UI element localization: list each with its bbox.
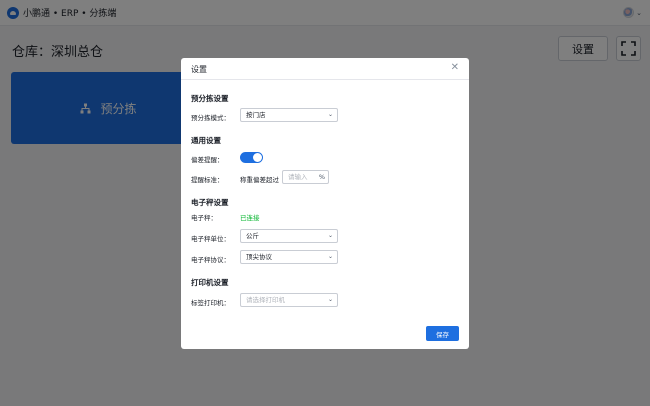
caret-down-icon: ⌄: [327, 111, 333, 118]
printer-settings-title: 打印机设置: [191, 278, 229, 287]
save-button[interactable]: 保存: [426, 326, 459, 341]
scale-label: 电子秤：: [191, 214, 217, 222]
dialog-header: 设置 ✕: [181, 58, 469, 80]
toggle-knob: [253, 153, 262, 162]
scale-protocol-select[interactable]: 顶尖协议 ⌄: [240, 250, 338, 264]
presort-mode-value: 按门店: [246, 111, 266, 119]
label-printer-label: 标签打印机：: [191, 299, 230, 307]
scale-protocol-label: 电子秤协议：: [191, 256, 230, 264]
label-printer-select[interactable]: 请选择打印机 ⌄: [240, 293, 338, 307]
presort-mode-label: 预分拣模式：: [191, 114, 230, 122]
alert-standard-text: 称重偏差超过: [240, 176, 279, 184]
caret-down-icon: ⌄: [327, 232, 333, 239]
scale-unit-value: 公斤: [246, 232, 259, 240]
scale-status: 已连接: [240, 214, 260, 222]
dialog-title: 设置: [191, 65, 207, 74]
percent-unit: %: [318, 173, 325, 181]
alert-standard-label: 提醒标准：: [191, 176, 224, 184]
deviation-alert-toggle[interactable]: [240, 152, 263, 163]
deviation-percent-placeholder: 请输入: [288, 173, 308, 181]
scale-settings-title: 电子秤设置: [191, 198, 229, 207]
settings-dialog: 设置 ✕ 预分拣设置 预分拣模式： 按门店 ⌄ 通用设置 偏差提醒： 提醒标准：…: [181, 58, 469, 349]
caret-down-icon: ⌄: [327, 253, 333, 260]
presort-settings-title: 预分拣设置: [191, 94, 229, 103]
label-printer-placeholder: 请选择打印机: [246, 296, 285, 304]
deviation-percent-input[interactable]: 请输入 %: [282, 170, 329, 184]
general-settings-title: 通用设置: [191, 136, 221, 145]
scale-unit-select[interactable]: 公斤 ⌄: [240, 229, 338, 243]
close-icon[interactable]: ✕: [451, 63, 459, 73]
caret-down-icon: ⌄: [327, 296, 333, 303]
scale-unit-label: 电子秤单位：: [191, 235, 230, 243]
presort-mode-select[interactable]: 按门店 ⌄: [240, 108, 338, 122]
scale-protocol-value: 顶尖协议: [246, 253, 272, 261]
deviation-alert-label: 偏差提醒：: [191, 156, 224, 164]
